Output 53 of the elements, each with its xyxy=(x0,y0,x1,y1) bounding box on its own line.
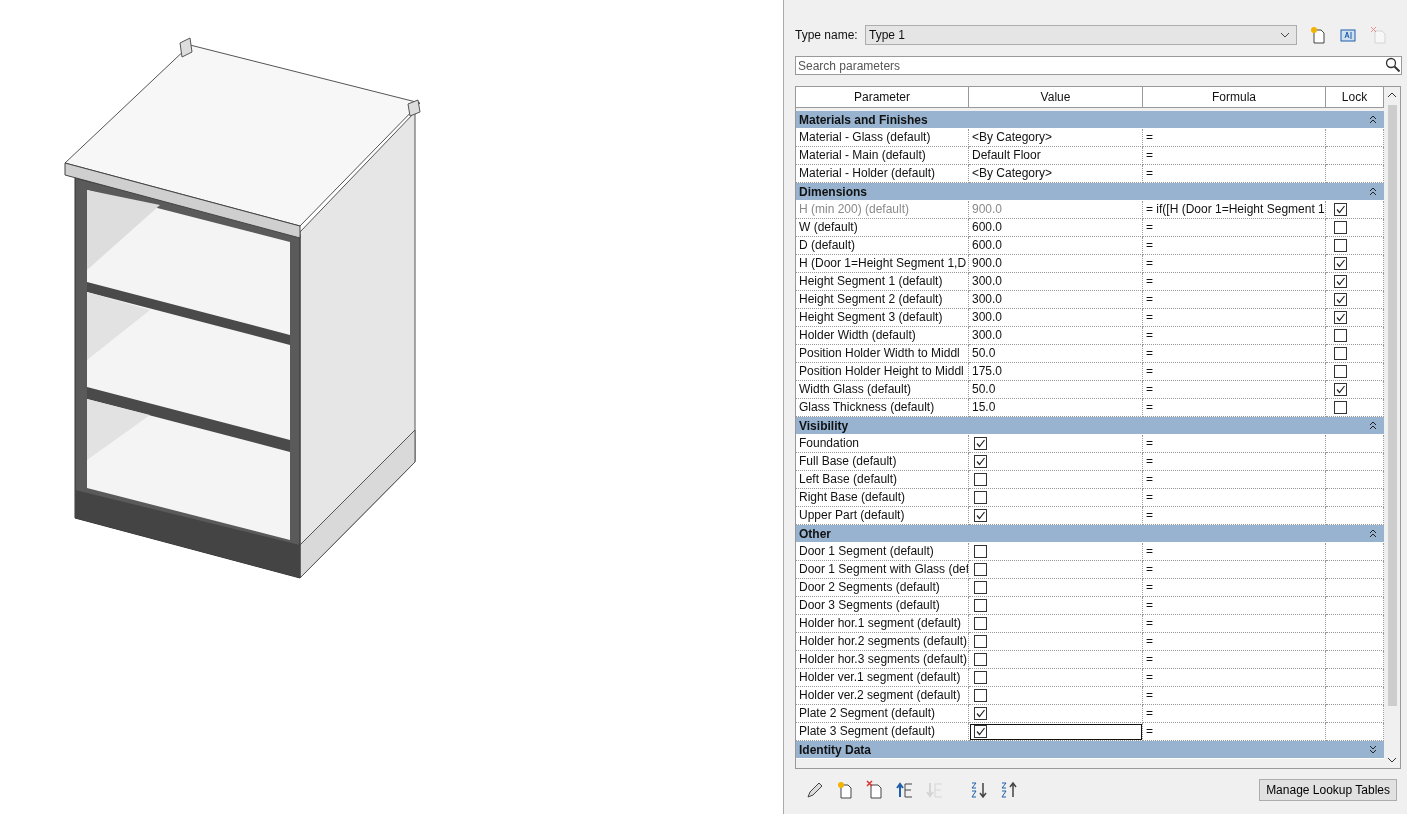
type-name-label: Type name: xyxy=(795,28,859,42)
lock-checkbox[interactable] xyxy=(1334,383,1347,396)
group-header[interactable]: Other xyxy=(796,525,1384,543)
lock-checkbox[interactable] xyxy=(1334,401,1347,414)
column-header[interactable]: Lock xyxy=(1326,87,1384,108)
lock-checkbox[interactable] xyxy=(1334,329,1347,342)
rename-icon[interactable] xyxy=(1339,26,1357,44)
move-up-icon[interactable] xyxy=(895,780,915,800)
type-name-dropdown[interactable]: Type 1 xyxy=(865,25,1297,45)
sort-ascending-icon[interactable] xyxy=(969,780,989,800)
new-document-icon[interactable] xyxy=(835,780,855,800)
group-header[interactable]: Dimensions xyxy=(796,183,1384,201)
checkbox[interactable] xyxy=(974,707,987,720)
lock-checkbox[interactable] xyxy=(1334,293,1347,306)
scroll-down-icon[interactable] xyxy=(1387,756,1397,764)
checkbox[interactable] xyxy=(974,437,987,450)
checkbox[interactable] xyxy=(974,509,987,522)
checkbox[interactable] xyxy=(974,635,987,648)
search-field[interactable]: Search parameters xyxy=(795,56,1402,75)
checkbox[interactable] xyxy=(974,689,987,702)
group-header[interactable]: Visibility xyxy=(796,417,1384,435)
column-header[interactable]: Parameter xyxy=(796,87,969,108)
lock-checkbox[interactable] xyxy=(1334,365,1347,378)
checkbox[interactable] xyxy=(974,473,987,486)
new-document-icon[interactable] xyxy=(1309,26,1327,44)
checkbox[interactable] xyxy=(974,617,987,630)
pencil-icon[interactable] xyxy=(805,780,825,800)
checkbox[interactable] xyxy=(974,725,987,738)
column-header[interactable]: Formula xyxy=(1143,87,1326,108)
scroll-up-icon[interactable] xyxy=(1387,91,1397,99)
lock-checkbox[interactable] xyxy=(1334,311,1347,324)
checkbox[interactable] xyxy=(974,599,987,612)
checkbox[interactable] xyxy=(974,563,987,576)
delete-document-icon[interactable] xyxy=(865,780,885,800)
caret-icon xyxy=(1280,32,1290,38)
checkbox[interactable] xyxy=(974,653,987,666)
checkbox[interactable] xyxy=(974,491,987,504)
value-cell[interactable] xyxy=(969,723,1143,741)
sort-descending-icon[interactable] xyxy=(999,780,1019,800)
lock-checkbox[interactable] xyxy=(1334,221,1347,234)
lock-checkbox[interactable] xyxy=(1334,347,1347,360)
checkbox[interactable] xyxy=(974,581,987,594)
manage-lookup-tables-button[interactable]: Manage Lookup Tables xyxy=(1259,779,1397,801)
group-header[interactable]: Materials and Finishes xyxy=(796,111,1384,129)
lock-checkbox[interactable] xyxy=(1334,239,1347,252)
group-header[interactable]: Identity Data xyxy=(796,741,1384,759)
column-header[interactable]: Value xyxy=(969,87,1143,108)
lock-checkbox[interactable] xyxy=(1334,275,1347,288)
search-icon xyxy=(1385,57,1401,73)
checkbox[interactable] xyxy=(974,455,987,468)
checkbox[interactable] xyxy=(974,671,987,684)
lock-checkbox[interactable] xyxy=(1334,257,1347,270)
checkbox[interactable] xyxy=(974,545,987,558)
